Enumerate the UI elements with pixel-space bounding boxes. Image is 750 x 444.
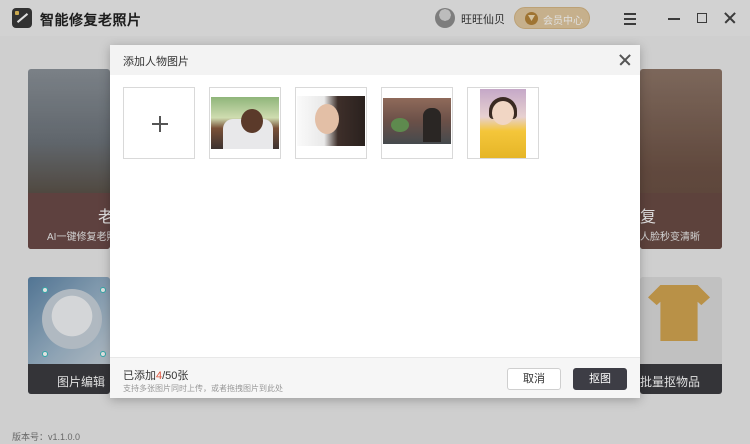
photo — [211, 97, 279, 149]
image-thumbnail[interactable] — [295, 87, 367, 159]
add-person-dialog: 添加人物图片 已添加4/50张 支持多张图片同时上传，或者拖拽图片到此处 取消 — [110, 45, 640, 398]
add-image-button[interactable] — [123, 87, 195, 159]
added-count-text: 已添加4/50张 — [123, 367, 188, 383]
dialog-footer: 已添加4/50张 支持多张图片同时上传，或者拖拽图片到此处 取消 抠图 — [110, 357, 640, 398]
photo-figure — [315, 104, 339, 134]
added-total: /50张 — [162, 370, 189, 382]
photo-figure — [391, 118, 409, 132]
photo — [297, 96, 365, 146]
dialog-header: 添加人物图片 — [110, 45, 640, 75]
cancel-button[interactable]: 取消 — [507, 368, 561, 390]
added-prefix: 已添加 — [123, 370, 156, 382]
plus-icon — [159, 116, 161, 132]
dialog-title: 添加人物图片 — [123, 56, 189, 68]
image-thumbnail[interactable] — [381, 87, 453, 159]
image-thumbnail[interactable] — [467, 87, 539, 159]
photo — [480, 89, 526, 158]
photo-figure — [492, 101, 514, 125]
cutout-button[interactable]: 抠图 — [573, 368, 627, 390]
upload-hint: 支持多张图片同时上传，或者拖拽图片到此处 — [123, 384, 283, 393]
photo-figure — [423, 108, 441, 142]
image-thumbnail[interactable] — [209, 87, 281, 159]
photo — [383, 98, 451, 144]
photo-figure — [241, 109, 263, 133]
close-icon[interactable] — [618, 53, 632, 67]
